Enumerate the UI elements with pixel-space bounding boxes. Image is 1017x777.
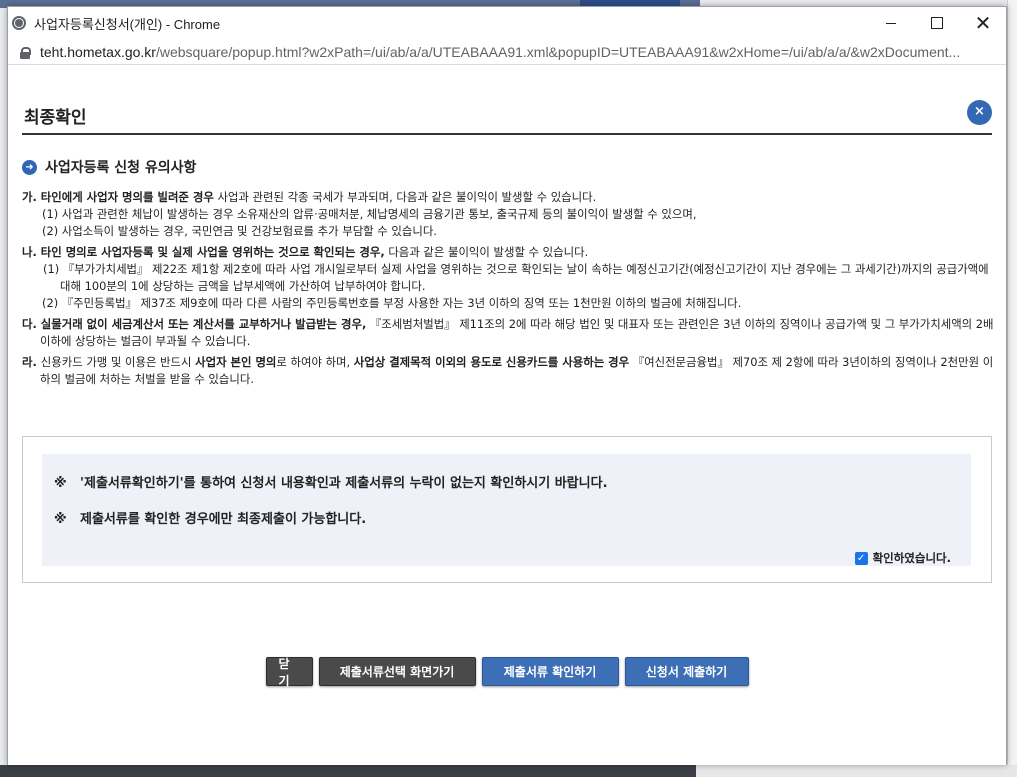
go-doc-select-button[interactable]: 제출서류선택 화면가기 bbox=[318, 657, 476, 686]
notice-na-text: 다음과 같은 불이익이 발생할 수 있습니다. bbox=[384, 245, 589, 259]
globe-icon bbox=[12, 16, 26, 30]
notice-ga-item2: (2) 사업소득이 발생하는 경우, 국민연금 및 건강보험료를 추가 부담할 … bbox=[42, 224, 437, 238]
dialog-close-button[interactable]: × bbox=[967, 100, 992, 125]
notice-ga: 가. 타인에게 사업자 명의를 빌려준 경우 사업과 관련된 각종 국세가 부과… bbox=[22, 189, 994, 240]
reference-mark: ※ bbox=[54, 476, 67, 491]
notice-na-head: 나. 타인 명의로 사업자등록 및 실제 사업을 영위하는 것으로 확인되는 경… bbox=[22, 245, 385, 259]
notice-ra-label: 라. bbox=[22, 355, 41, 369]
confirm-line-1-text: '제출서류확인하기'를 통하여 신청서 내용확인과 제출서류의 누락이 없는지 … bbox=[80, 476, 608, 491]
notice-na: 나. 타인 명의로 사업자등록 및 실제 사업을 영위하는 것으로 확인되는 경… bbox=[22, 244, 994, 312]
confirm-line-2: ※ 제출서류를 확인한 경우에만 최종제출이 가능합니다. bbox=[54, 508, 366, 527]
action-bar: 닫기 제출서류선택 화면가기 제출서류 확인하기 신청서 제출하기 bbox=[8, 657, 1006, 688]
confirm-line-2-text: 제출서류를 확인한 경우에만 최종제출이 가능합니다. bbox=[80, 512, 367, 527]
lock-icon bbox=[20, 46, 31, 59]
window-controls: ✕ bbox=[868, 7, 1006, 39]
dialog-header: 최종확인 × bbox=[22, 93, 992, 135]
confirm-box: ※ '제출서류확인하기'를 통하여 신청서 내용확인과 제출서류의 누락이 없는지… bbox=[22, 436, 992, 583]
notice-ra-bold2: 사업상 결제목적 이외의 용도로 신용카드를 사용하는 경우 bbox=[353, 355, 630, 369]
section-title: 사업자등록 신청 유의사항 bbox=[45, 160, 197, 176]
arrow-right-icon: ➜ bbox=[22, 159, 37, 175]
title-bar[interactable]: 사업자등록신청서(개인) - Chrome ✕ bbox=[8, 7, 1006, 39]
notice-list: 가. 타인에게 사업자 명의를 빌려준 경우 사업과 관련된 각종 국세가 부과… bbox=[22, 189, 994, 392]
window-close-button[interactable]: ✕ bbox=[960, 7, 1006, 39]
address-bar[interactable]: teht.hometax.go.kr/websquare/popup.html?… bbox=[8, 39, 1006, 65]
window-title: 사업자등록신청서(개인) - Chrome bbox=[34, 16, 221, 32]
notice-ga-text: 사업과 관련된 각종 국세가 부과되며, 다음과 같은 불이익이 발생할 수 있… bbox=[213, 190, 597, 204]
check-docs-button[interactable]: 제출서류 확인하기 bbox=[481, 657, 619, 686]
minimize-button[interactable] bbox=[868, 7, 914, 39]
notice-ra: 라. 신용카드 가맹 및 이용은 반드시 사업자 본인 명의로 하여야 하며, … bbox=[22, 354, 994, 388]
section-header: ➜ 사업자등록 신청 유의사항 bbox=[22, 157, 196, 177]
url-host: teht.hometax.go.kr bbox=[40, 43, 156, 60]
notice-da: 다. 실물거래 없이 세금계산서 또는 계산서를 교부하거나 발급받는 경우, … bbox=[22, 316, 994, 350]
reference-mark: ※ bbox=[54, 512, 67, 527]
confirm-panel: ※ '제출서류확인하기'를 통하여 신청서 내용확인과 제출서류의 누락이 없는지… bbox=[42, 454, 971, 566]
notice-na-item1: (1) 『부가가치세법』 제22조 제1항 제2호에 따라 사업 개시일로부터 … bbox=[43, 262, 989, 293]
notice-ra-text1: 신용카드 가맹 및 이용은 반드시 bbox=[40, 355, 196, 369]
dialog-title: 최종확인 bbox=[24, 108, 87, 128]
notice-ga-item1: (1) 사업과 관련한 체납이 발생하는 경우 소유재산의 압류·공매처분, 체… bbox=[42, 207, 697, 221]
confirm-checkbox[interactable]: ✓ bbox=[854, 551, 868, 565]
notice-da-head: 다. 실물거래 없이 세금계산서 또는 계산서를 교부하거나 발급받는 경우, bbox=[22, 317, 367, 331]
background-right-panel bbox=[1007, 0, 1017, 777]
close-button[interactable]: 닫기 bbox=[265, 657, 313, 688]
notice-ra-text2: 로 하여야 하며, bbox=[276, 355, 354, 369]
confirm-checkbox-row[interactable]: ✓ 확인하였습니다. bbox=[854, 550, 951, 566]
url-path: /websquare/popup.html?w2xPath=/ui/ab/a/a… bbox=[155, 43, 961, 60]
submit-application-button[interactable]: 신청서 제출하기 bbox=[624, 657, 749, 686]
notice-ra-bold1: 사업자 본인 명의 bbox=[195, 355, 277, 369]
background-taskbar-right bbox=[696, 765, 1017, 777]
notice-na-item2: (2) 『주민등록법』 제37조 제9호에 따라 다른 사람의 주민등록번호를 … bbox=[42, 296, 742, 310]
url-text[interactable]: teht.hometax.go.kr/websquare/popup.html?… bbox=[40, 44, 1000, 60]
confirm-line-1: ※ '제출서류확인하기'를 통하여 신청서 내용확인과 제출서류의 누락이 없는지… bbox=[54, 472, 608, 491]
confirm-checkbox-label[interactable]: 확인하였습니다. bbox=[873, 550, 951, 566]
maximize-button[interactable] bbox=[914, 7, 960, 39]
chrome-popup-window: 사업자등록신청서(개인) - Chrome ✕ teht.hometax.go.… bbox=[7, 6, 1007, 765]
final-confirm-dialog: 최종확인 × ➜ 사업자등록 신청 유의사항 가. 타인에게 사업자 명의를 빌… bbox=[8, 65, 1006, 765]
notice-ga-head: 가. 타인에게 사업자 명의를 빌려준 경우 bbox=[22, 190, 214, 204]
